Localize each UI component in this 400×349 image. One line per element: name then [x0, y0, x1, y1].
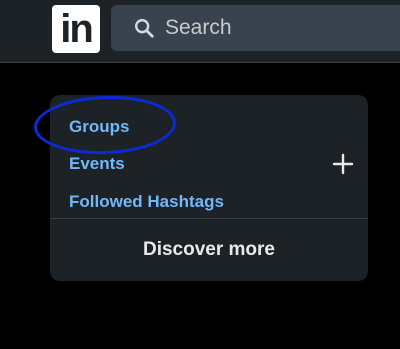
discover-more-button[interactable]: Discover more: [50, 219, 368, 281]
search-input[interactable]: [165, 5, 395, 51]
page: in Groups Events Followed Hashtags Disco…: [0, 0, 400, 349]
events-link[interactable]: Events: [69, 154, 125, 174]
community-panel: Groups Events Followed Hashtags Discover…: [50, 95, 368, 281]
followed-hashtags-link[interactable]: Followed Hashtags: [69, 192, 224, 212]
add-event-button[interactable]: [330, 151, 356, 177]
linkedin-logo[interactable]: in: [52, 5, 100, 53]
plus-icon: [332, 153, 354, 175]
search-box[interactable]: [111, 5, 400, 51]
search-icon: [135, 19, 154, 38]
global-nav: in: [0, 0, 400, 63]
groups-link[interactable]: Groups: [69, 117, 129, 137]
